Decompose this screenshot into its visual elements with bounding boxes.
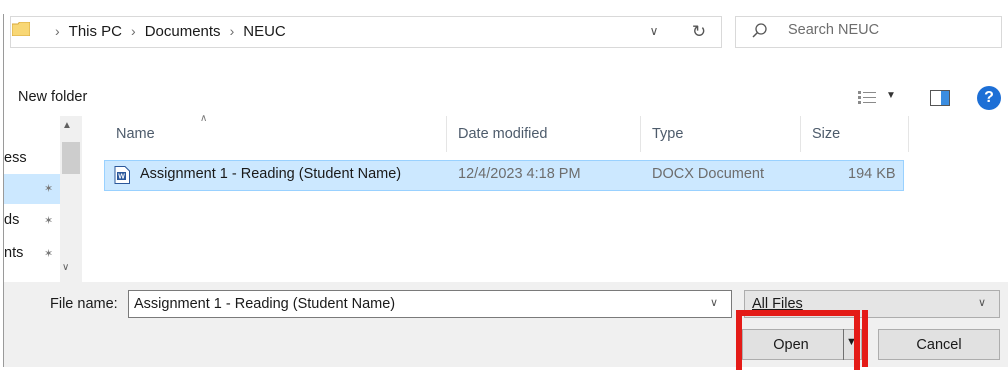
search-icon — [752, 22, 768, 40]
sort-ascending-icon: ∧ — [200, 113, 208, 124]
nav-scrollbar-thumb[interactable] — [62, 142, 80, 174]
cropped-instruction-text — [0, 0, 1008, 14]
breadcrumb-neuc[interactable]: NEUC — [243, 23, 286, 40]
breadcrumb-this-pc[interactable]: This PC — [69, 23, 122, 40]
svg-text:W: W — [118, 174, 125, 181]
annotation-highlight-box — [736, 310, 860, 370]
file-name-chevron-down-icon[interactable]: ∨ — [710, 296, 718, 309]
new-folder-button[interactable]: New folder — [18, 89, 87, 105]
file-type-chevron-down-icon[interactable]: ∨ — [978, 296, 986, 309]
chevron-right-icon: › — [55, 23, 60, 39]
view-options-icon[interactable] — [858, 90, 876, 106]
pin-icon: ✶ — [44, 248, 54, 260]
address-history-chevron-down-icon[interactable]: ∨ — [644, 20, 664, 42]
scroll-up-icon[interactable]: ▲ — [62, 120, 72, 131]
scroll-down-icon[interactable]: ∨ — [62, 262, 69, 273]
refresh-icon[interactable]: ↻ — [678, 16, 720, 48]
chevron-right-icon: › — [229, 23, 235, 39]
column-header-size[interactable]: Size — [812, 126, 840, 142]
breadcrumb: › This PC › Documents › NEUC — [46, 20, 286, 42]
file-name-cell: Assignment 1 - Reading (Student Name) — [140, 166, 402, 182]
pin-icon: ✶ — [44, 215, 54, 227]
search-placeholder: Search NEUC — [788, 22, 880, 38]
annotation-highlight-box-edge — [858, 310, 868, 367]
column-header-name[interactable]: Name — [116, 126, 155, 142]
nav-item-downloads[interactable]: ds — [4, 212, 19, 228]
nav-item-quick-access[interactable]: ess — [4, 150, 27, 166]
column-header-date-modified[interactable]: Date modified — [458, 126, 547, 142]
nav-item-documents[interactable]: nts — [4, 245, 23, 261]
size-cell: 194 KB — [848, 166, 896, 182]
column-header-type[interactable]: Type — [652, 126, 683, 142]
breadcrumb-documents[interactable]: Documents — [145, 23, 221, 40]
date-modified-cell: 12/4/2023 4:18 PM — [458, 166, 581, 182]
pin-icon: ✶ — [44, 183, 54, 195]
preview-pane-icon[interactable] — [930, 90, 950, 106]
file-name-value: Assignment 1 - Reading (Student Name) — [134, 296, 396, 312]
word-document-icon: W — [114, 166, 130, 184]
folder-icon — [11, 21, 31, 37]
chevron-right-icon: › — [131, 23, 136, 39]
column-divider[interactable] — [640, 116, 641, 152]
column-divider[interactable] — [446, 116, 447, 152]
type-cell: DOCX Document — [652, 166, 765, 182]
column-divider[interactable] — [908, 116, 909, 152]
help-icon[interactable]: ? — [977, 86, 1001, 110]
nav-scrollbar[interactable] — [60, 116, 82, 282]
column-divider[interactable] — [800, 116, 801, 152]
view-options-chevron-down-icon[interactable]: ▼ — [886, 90, 896, 101]
file-name-label: File name: — [50, 296, 118, 312]
cancel-button[interactable]: Cancel — [878, 329, 1000, 360]
